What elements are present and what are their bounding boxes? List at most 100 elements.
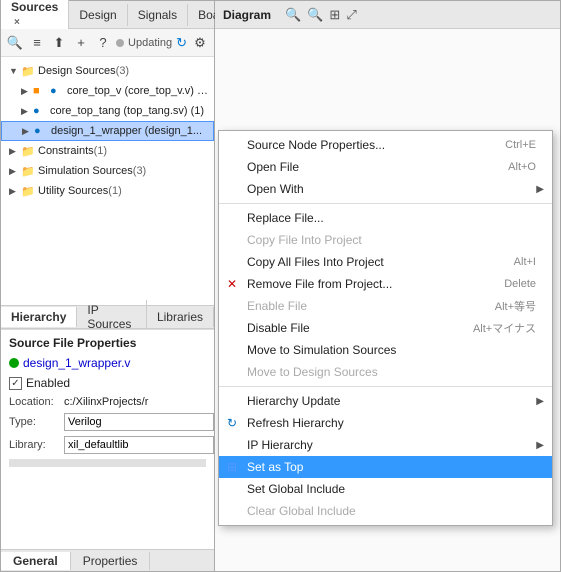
tab-bar: Sources × Design Signals Board ? — □ × — [1, 1, 214, 29]
cm-source-node-properties[interactable]: Source Node Properties... Ctrl+E — [219, 134, 552, 156]
constraints-label: Constraints — [38, 145, 94, 157]
cm-hierarchy-update[interactable]: Hierarchy Update ▶ — [219, 390, 552, 412]
diagram-toolbar: 🔍 🔍 ⊞ ⤢ — [285, 7, 357, 23]
simulation-sources-group[interactable]: ▶ 📁 Simulation Sources (3) — [1, 161, 214, 181]
prop-filename-text: design_1_wrapper.v — [23, 356, 130, 370]
cm-remove-file[interactable]: ✕ Remove File from Project... Delete — [219, 273, 552, 295]
status-label: Updating — [128, 37, 172, 49]
diagram-title: Diagram — [223, 8, 271, 22]
arrow-constraints: ▶ — [9, 146, 19, 157]
cm-ip-hierarchy[interactable]: IP Hierarchy ▶ — [219, 434, 552, 456]
diagram-fit-icon[interactable]: ⊞ — [329, 7, 340, 23]
status-area: Updating ↻ ⚙ — [116, 34, 209, 52]
file-icon2-core-top-v: ● — [50, 85, 64, 97]
utility-sources-folder-icon: 📁 — [21, 185, 35, 198]
arrow-design-1-wrapper: ▶ — [22, 126, 32, 137]
file-icon-design-1-wrapper: ● — [34, 125, 48, 137]
cm-disable-file[interactable]: Disable File Alt+マイナス — [219, 317, 552, 339]
bptab-general[interactable]: General — [1, 552, 71, 570]
cm-hierarchy-update-arrow: ▶ — [536, 396, 544, 407]
sources-toolbar: 🔍 ≡ ⬆ + ? Updating ↻ ⚙ — [1, 29, 214, 57]
cm-set-as-top[interactable]: ⊞ Set as Top — [219, 456, 552, 478]
sources-tree: ▼ 📁 Design Sources (3) ▶ ■ ● core_top_v … — [1, 57, 214, 305]
status-dot — [116, 39, 124, 47]
cm-refresh-icon: ↻ — [227, 416, 237, 430]
settings-icon[interactable]: ⚙ — [191, 34, 209, 52]
sim-sources-folder-icon: 📁 — [21, 165, 35, 178]
cm-clear-global-include: Clear Global Include — [219, 500, 552, 522]
core-top-v-label: core_top_v (core_top_v.v) (1) — [67, 85, 210, 97]
add-icon[interactable]: + — [72, 34, 90, 52]
sort-icon[interactable]: ≡ — [28, 34, 46, 52]
design-sources-group[interactable]: ▼ 📁 Design Sources (3) — [1, 61, 214, 81]
design-1-wrapper-label: design_1_wrapper (design_1... — [51, 125, 202, 137]
prop-enabled-label: Enabled — [26, 376, 70, 390]
cm-copy-file-into-project: Copy File Into Project — [219, 229, 552, 251]
constraints-folder-icon: 📁 — [21, 145, 35, 158]
search-icon[interactable]: 🔍 — [6, 34, 24, 52]
prop-location-value: c:/XilinxProjects/r — [64, 396, 206, 408]
core-top-tang-label: core_top_tang (top_tang.sv) (1) — [50, 105, 204, 117]
bottom-panel-tabs: General Properties — [1, 549, 214, 571]
btab-libraries[interactable]: Libraries — [147, 307, 214, 327]
cm-set-top-icon: ⊞ — [227, 460, 237, 474]
scroll-bar[interactable] — [9, 459, 206, 467]
bptab-properties[interactable]: Properties — [71, 552, 151, 570]
prop-location-key: Location: — [9, 396, 64, 408]
arrow-utility-sources: ▶ — [9, 186, 19, 197]
cm-move-to-design: Move to Design Sources — [219, 361, 552, 383]
arrow-design-sources: ▼ — [9, 66, 19, 76]
tab-design[interactable]: Design — [69, 4, 127, 26]
tab-sources-close[interactable]: × — [14, 17, 20, 28]
tree-item-design-1-wrapper[interactable]: ▶ ● design_1_wrapper (design_1... — [1, 121, 214, 141]
sim-sources-count: (3) — [133, 165, 146, 177]
cm-replace-file[interactable]: Replace File... — [219, 207, 552, 229]
collapse-icon[interactable]: ⬆ — [50, 34, 68, 52]
arrow-core-top-tang: ▶ — [21, 106, 31, 117]
tab-signals[interactable]: Signals — [128, 4, 188, 26]
cm-ip-hierarchy-arrow: ▶ — [536, 440, 544, 451]
prop-library-input[interactable] — [64, 436, 214, 454]
spin-icon: ↻ — [176, 35, 187, 51]
prop-type-row: Type: ... — [9, 413, 206, 431]
tree-item-core-top-tang[interactable]: ▶ ● core_top_tang (top_tang.sv) (1) — [1, 101, 214, 121]
prop-file-dot — [9, 358, 19, 368]
prop-type-input[interactable] — [64, 413, 214, 431]
btab-hierarchy[interactable]: Hierarchy — [1, 307, 77, 327]
arrow-core-top-v: ▶ — [21, 86, 31, 97]
utility-sources-count: (1) — [108, 185, 121, 197]
cm-open-file[interactable]: Open File Alt+O — [219, 156, 552, 178]
constraints-group[interactable]: ▶ 📁 Constraints (1) — [1, 141, 214, 161]
prop-type-key: Type: — [9, 416, 64, 428]
diagram-zoom-out-icon[interactable]: 🔍 — [307, 7, 323, 23]
help-icon[interactable]: ? — [94, 34, 112, 52]
prop-title: Source File Properties — [9, 336, 206, 350]
context-menu: Source Node Properties... Ctrl+E Open Fi… — [218, 130, 553, 526]
cm-refresh-hierarchy[interactable]: ↻ Refresh Hierarchy — [219, 412, 552, 434]
tree-item-core-top-v[interactable]: ▶ ■ ● core_top_v (core_top_v.v) (1) — [1, 81, 214, 101]
cm-open-with[interactable]: Open With ▶ — [219, 178, 552, 200]
prop-filename-row: design_1_wrapper.v — [9, 356, 206, 370]
prop-library-row: Library: ... — [9, 436, 206, 454]
cm-sep-2 — [219, 386, 552, 387]
file-icon-core-top-tang: ● — [33, 105, 47, 117]
cm-move-to-simulation[interactable]: Move to Simulation Sources — [219, 339, 552, 361]
cm-remove-icon: ✕ — [227, 277, 237, 291]
design-sources-count: (3) — [116, 65, 129, 77]
cm-set-global-include[interactable]: Set Global Include — [219, 478, 552, 500]
diagram-expand-icon[interactable]: ⤢ — [346, 7, 356, 23]
sim-sources-label: Simulation Sources — [38, 165, 133, 177]
properties-panel: Source File Properties design_1_wrapper.… — [1, 329, 214, 549]
diagram-header: Diagram 🔍 🔍 ⊞ ⤢ — [215, 1, 560, 29]
prop-location-row: Location: c:/XilinxProjects/r — [9, 396, 206, 408]
utility-sources-label: Utility Sources — [38, 185, 108, 197]
utility-sources-group[interactable]: ▶ 📁 Utility Sources (1) — [1, 181, 214, 201]
diagram-search-icon[interactable]: 🔍 — [285, 7, 301, 23]
file-icon-core-top-v: ■ — [33, 85, 47, 97]
constraints-count: (1) — [94, 145, 107, 157]
prop-enabled-checkbox[interactable]: ✓ — [9, 377, 22, 390]
cm-copy-all-files[interactable]: Copy All Files Into Project Alt+I — [219, 251, 552, 273]
prop-library-key: Library: — [9, 439, 64, 451]
checkbox-check-icon: ✓ — [11, 378, 19, 389]
prop-enabled-row: ✓ Enabled — [9, 376, 206, 390]
